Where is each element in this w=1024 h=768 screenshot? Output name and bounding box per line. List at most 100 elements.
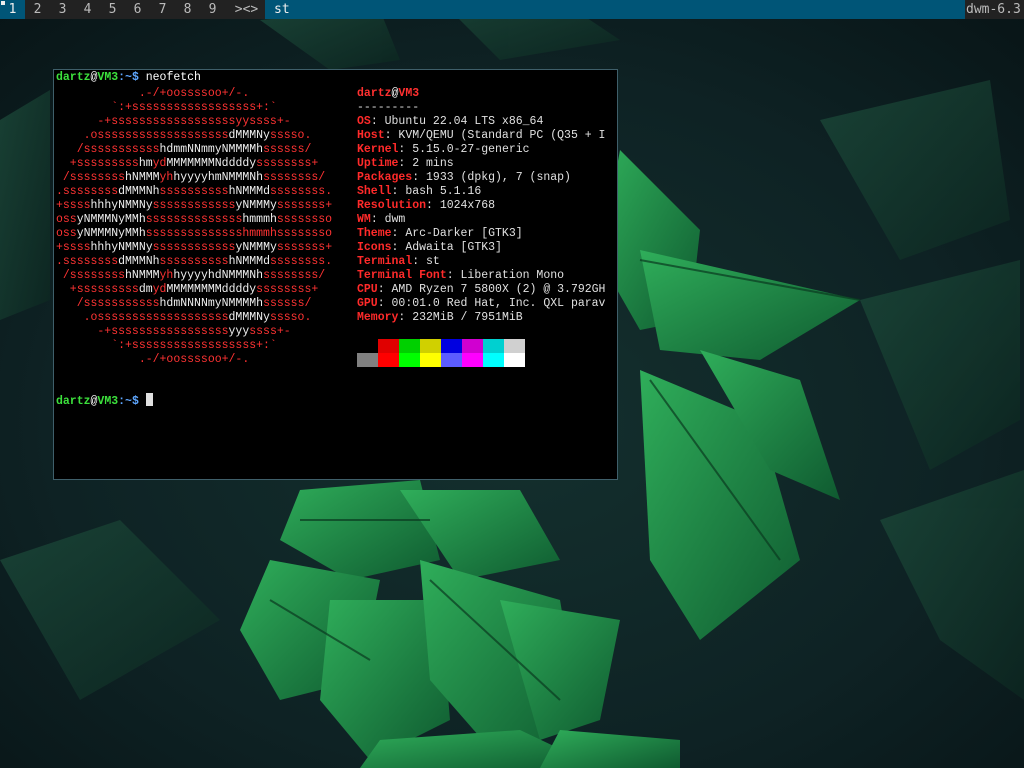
ascii-segment: sssssss+ [276, 199, 333, 212]
ascii-segment: ssssssssssssss [145, 213, 243, 226]
info-key: Kernel [357, 143, 399, 156]
ascii-segment: /sssssssssss [56, 143, 160, 156]
info-value: : 5.15.0-27-generic [398, 143, 530, 156]
layout-indicator[interactable]: ><> [228, 0, 265, 19]
tag-6[interactable]: 6 [125, 0, 150, 19]
ascii-row: /ssssssssssshdmmNNmmyNMMMMhssssss/ [56, 143, 332, 157]
info-row-os: OS: Ubuntu 22.04 LTS x86_64 [357, 115, 605, 129]
ascii-segment: yyy [228, 325, 250, 338]
ascii-segment: oss [56, 213, 77, 226]
tag-4[interactable]: 4 [75, 0, 100, 19]
ascii-row: ossyNMMMNyMMhsssssssssssssshmmmhssssssso [56, 213, 332, 227]
ascii-segment: ssssssso [276, 213, 333, 226]
info-row-terminal: Terminal: st [357, 255, 605, 269]
info-key: Uptime [357, 157, 399, 170]
ascii-row: .osssssssssssssssssssdMMMNysssso. [56, 311, 332, 325]
info-row-uptime: Uptime: 2 mins [357, 157, 605, 171]
ascii-segment: yNMMMNyMMh [76, 213, 146, 226]
color-palette [357, 339, 525, 367]
ascii-segment: `:+ssssssssssssssssss+:` [56, 101, 277, 114]
ascii-row: -+ssssssssssssssssssyyssss+- [56, 115, 332, 129]
tag-9[interactable]: 9 [200, 0, 225, 19]
info-key: OS [357, 115, 371, 128]
ascii-segment: dMMMNy [228, 129, 270, 142]
ascii-segment: hNMMM [125, 171, 160, 184]
info-row-icons: Icons: Adwaita [GTK3] [357, 241, 605, 255]
text-cursor [145, 393, 153, 406]
ascii-row: `:+ssssssssssssssssss+:` [56, 101, 332, 115]
ascii-segment: dMMMNh [118, 255, 160, 268]
ascii-row: /sssssssshNMMMyhhyyyyhmNMMMNhssssssss/ [56, 171, 332, 185]
info-value: : Arc-Darker [GTK3] [391, 227, 523, 240]
system-info: dartz@VM3 --------- OS: Ubuntu 22.04 LTS… [357, 87, 605, 325]
ascii-segment: .-/+oossssoo+/-. [56, 353, 250, 366]
info-key: Theme [357, 227, 392, 240]
ascii-segment: `:+ssssssssssssssssss+:` [56, 339, 277, 352]
tag-5[interactable]: 5 [100, 0, 125, 19]
tag-1[interactable]: 1 [0, 0, 25, 19]
info-key: Packages [357, 171, 413, 184]
info-row-memory: Memory: 232MiB / 7951MiB [357, 311, 605, 325]
color-swatch [483, 339, 504, 353]
ascii-segment: yd [152, 283, 167, 296]
ascii-segment: +ssss [56, 241, 91, 254]
terminal-window[interactable]: dartz@VM3:~$ neofetch .-/+oossssoo+/-. `… [53, 69, 618, 480]
prompt-path: :~$ [118, 395, 146, 408]
ascii-row: .ssssssssdMMMNhsssssssssshNMMMdssssssss. [56, 255, 332, 269]
info-value: : 2 mins [398, 157, 454, 170]
info-value: : 00:01.0 Red Hat, Inc. QXL parav [377, 297, 606, 310]
ascii-segment: ssssssss+ [256, 283, 319, 296]
tag-2[interactable]: 2 [25, 0, 50, 19]
prompt-path: :~$ [118, 71, 146, 84]
tag-7[interactable]: 7 [150, 0, 175, 19]
ascii-row: +sssshhhyNMMNyssssssssssssyNMMMysssssss+ [56, 241, 332, 255]
ascii-segment: sssssssssssssshmmmhssssssso [145, 227, 333, 240]
ascii-segment: hyyyyhdNMMMNh [173, 269, 264, 282]
prompt-host: VM3 [97, 395, 119, 408]
ascii-segment: yNMMMNyMMh [76, 227, 146, 240]
ascii-segment: +ssss [56, 199, 91, 212]
info-key: GPU [357, 297, 378, 310]
ascii-segment: sssssss+ [276, 241, 333, 254]
prompt-host: VM3 [97, 71, 119, 84]
info-row-gpu: GPU: 00:01.0 Red Hat, Inc. QXL parav [357, 297, 605, 311]
ascii-segment: .-/+oossssoo+/-. [56, 87, 250, 100]
ascii-segment: +sssssssss [56, 283, 139, 296]
ascii-segment: dMMMNy [228, 311, 270, 324]
ascii-segment: dm [138, 283, 153, 296]
ascii-segment: ssssssssssss [152, 199, 236, 212]
ascii-segment: ssssssssss [159, 255, 229, 268]
info-value: : 1024x768 [426, 199, 496, 212]
info-row-kernel: Kernel: 5.15.0-27-generic [357, 143, 605, 157]
color-swatch [357, 339, 378, 353]
header-user: dartz [357, 87, 392, 100]
color-swatch [462, 353, 483, 367]
ascii-segment: ssssssss. [269, 185, 333, 198]
ascii-segment: /ssssssss [56, 269, 126, 282]
ascii-segment: hdmmNNmmyNMMMMh [159, 143, 264, 156]
ascii-segment: hNMMM [125, 269, 160, 282]
ascii-row: -+sssssssssssssssssyyyssss+- [56, 325, 332, 339]
info-value: : AMD Ryzen 7 5800X (2) @ 3.792GH [377, 283, 606, 296]
color-swatch [378, 339, 399, 353]
header-host: VM3 [398, 87, 420, 100]
info-value: : Liberation Mono [446, 269, 565, 282]
info-value: : st [412, 255, 440, 268]
ascii-segment: hdmNNNNmyNMMMMh [159, 297, 264, 310]
ascii-segment: ssssssss. [269, 255, 333, 268]
info-key: CPU [357, 283, 378, 296]
info-row-theme: Theme: Arc-Darker [GTK3] [357, 227, 605, 241]
active-prompt-line[interactable]: dartz@VM3:~$ [56, 393, 153, 408]
ascii-segment: yh [159, 171, 174, 184]
info-value: : Adwaita [GTK3] [391, 241, 502, 254]
ascii-segment: hhhyNMMNy [90, 199, 153, 212]
ascii-segment: ssssss/ [263, 143, 312, 156]
ascii-segment: hNMMMd [228, 185, 270, 198]
command-text: neofetch [145, 71, 201, 84]
info-header: dartz@VM3 [357, 87, 605, 101]
tag-3[interactable]: 3 [50, 0, 75, 19]
dwm-status-bar: 123456789 ><> st dwm-6.3 [0, 0, 1024, 19]
ascii-segment: dMMMNh [118, 185, 160, 198]
tag-8[interactable]: 8 [175, 0, 200, 19]
ascii-segment: MMMMMMMNddddy [166, 157, 257, 170]
